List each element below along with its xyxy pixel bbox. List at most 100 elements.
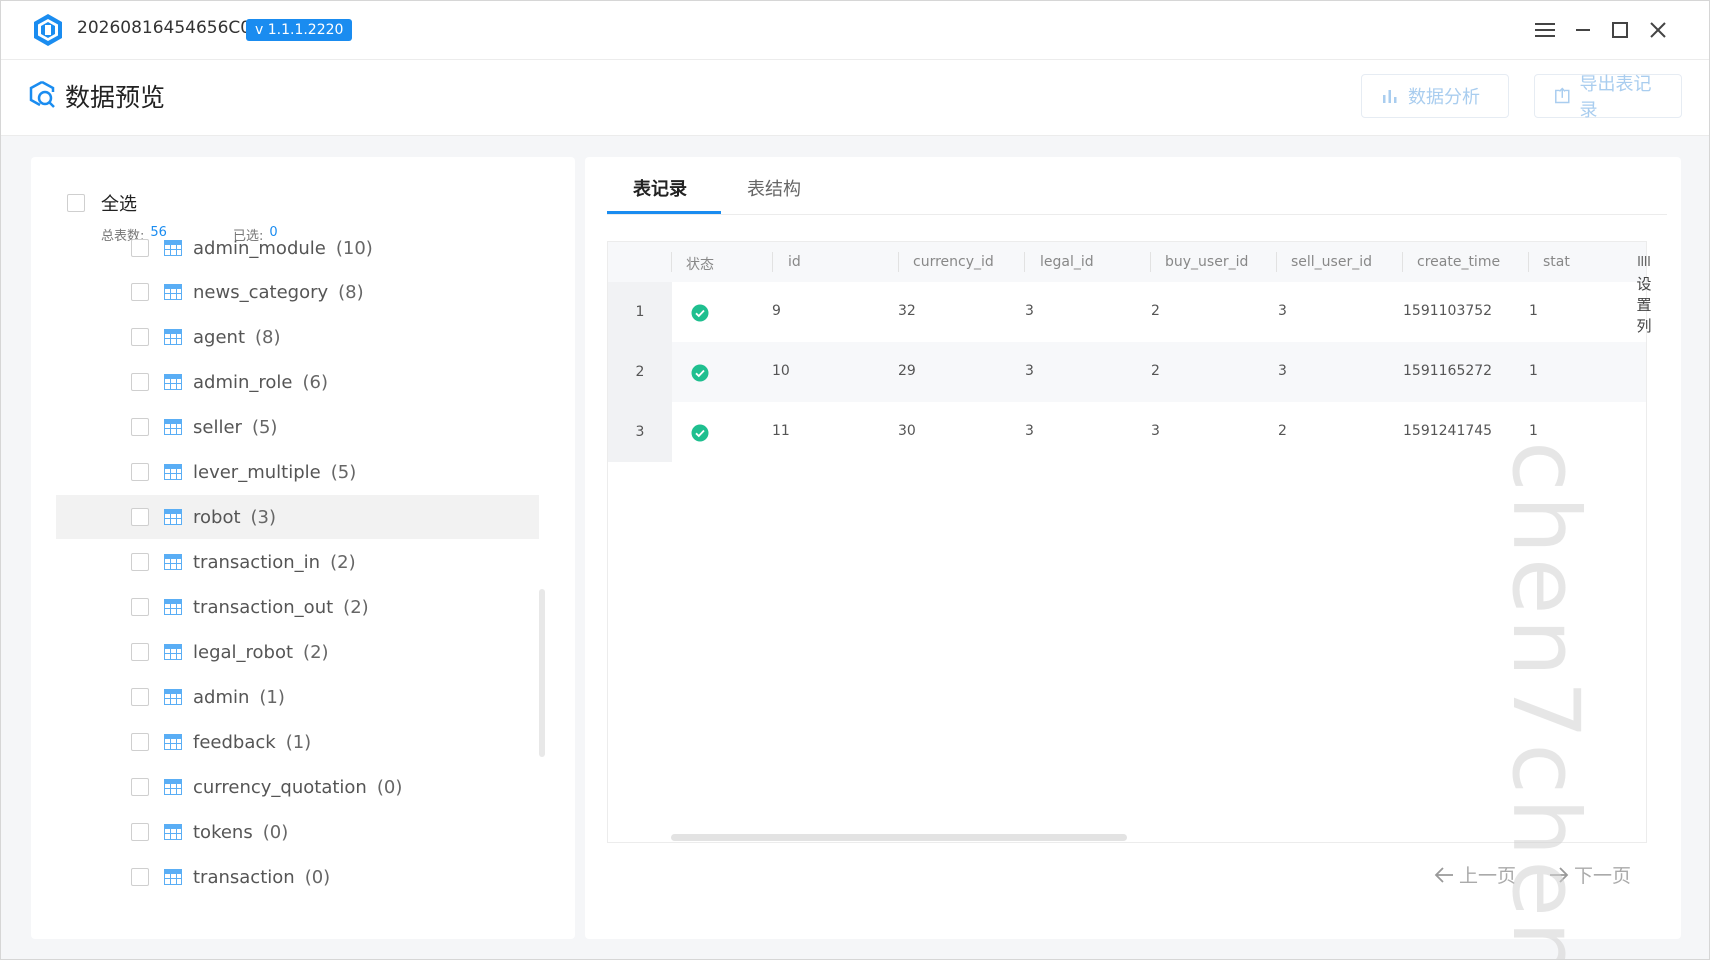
cell-sell-user-id: 2 <box>1278 423 1287 439</box>
tree-scrollbar[interactable] <box>539 589 545 757</box>
tree-item-checkbox[interactable] <box>131 553 149 571</box>
data-analysis-button[interactable]: 数据分析 <box>1361 74 1509 118</box>
table-row[interactable]: 2 10 29 3 2 3 1591165272 1 <box>608 342 1646 402</box>
cell-stat: 1 <box>1529 423 1538 439</box>
tree-item[interactable]: admin_role (6) <box>56 360 539 404</box>
maximize-icon <box>1612 22 1628 38</box>
tree-item[interactable]: legal_robot (2) <box>56 630 539 674</box>
tree-item[interactable]: news_category (8) <box>56 270 539 314</box>
page-header: 数据预览 数据分析 导出表记录 <box>1 60 1709 136</box>
tree-item[interactable]: tokens (0) <box>56 810 539 854</box>
tree-item-checkbox[interactable] <box>131 778 149 796</box>
row-index: 2 <box>608 342 672 402</box>
tree-item-checkbox[interactable] <box>131 688 149 706</box>
tree-item-checkbox[interactable] <box>131 463 149 481</box>
tree-item[interactable]: agent (8) <box>56 315 539 359</box>
tree-item-checkbox[interactable] <box>131 598 149 616</box>
tree-item[interactable]: currency_quotation (0) <box>56 765 539 809</box>
column-header-buy-user-id[interactable]: buy_user_id <box>1165 254 1248 270</box>
tree-item-name: admin_module <box>193 239 326 259</box>
tree-item-count: (6) <box>302 371 329 393</box>
bar-chart-icon <box>1383 90 1397 103</box>
cell-buy-user-id: 3 <box>1151 423 1160 439</box>
data-preview-icon <box>28 80 56 110</box>
tree-item[interactable]: transaction_in (2) <box>56 540 539 584</box>
check-circle-icon <box>691 304 709 322</box>
cell-id: 10 <box>772 363 790 379</box>
select-all[interactable]: 全选 <box>67 190 137 216</box>
tree-item-checkbox[interactable] <box>131 373 149 391</box>
tree-item[interactable]: lever_multiple (5) <box>56 450 539 494</box>
tree-item-name: agent <box>193 326 245 348</box>
column-settings-char: 设 <box>1636 275 1652 293</box>
cell-create-time: 1591103752 <box>1403 303 1493 319</box>
select-all-checkbox[interactable] <box>67 194 85 212</box>
tree-item-count: (3) <box>250 506 277 528</box>
column-settings-char: 置 <box>1636 296 1652 314</box>
tree-item[interactable]: admin (1) <box>56 675 539 719</box>
tree-item-name: legal_robot <box>193 641 294 663</box>
cell-legal-id: 3 <box>1025 363 1034 379</box>
maximize-button[interactable] <box>1607 17 1633 43</box>
cell-create-time: 1591165272 <box>1403 363 1493 379</box>
table-row[interactable]: 1 9 32 3 2 3 1591103752 1 <box>608 282 1646 342</box>
cell-currency-id: 29 <box>898 363 916 379</box>
tree-item-checkbox[interactable] <box>131 328 149 346</box>
cell-sell-user-id: 3 <box>1278 363 1287 379</box>
table-icon <box>164 689 182 705</box>
tree-item[interactable]: admin_module (10) <box>56 239 539 270</box>
check-circle-icon <box>691 364 709 382</box>
minimize-button[interactable] <box>1570 17 1596 43</box>
app-logo-icon <box>31 13 65 47</box>
tree-item-checkbox[interactable] <box>131 823 149 841</box>
column-settings-button[interactable]: 设 置 列 <box>1633 253 1655 337</box>
column-header-create-time[interactable]: create_time <box>1417 254 1500 270</box>
tree-item[interactable]: transaction (0) <box>56 855 539 899</box>
window-title: 20260816454656C0 <box>77 18 252 38</box>
tree-item-name: transaction_out <box>193 596 334 618</box>
tree-item-selected[interactable]: robot (3) <box>56 495 539 539</box>
cell-stat: 1 <box>1529 303 1538 319</box>
horizontal-scrollbar[interactable] <box>671 834 1127 841</box>
column-header-sell-user-id[interactable]: sell_user_id <box>1291 254 1372 270</box>
close-button[interactable] <box>1645 17 1671 43</box>
column-header-stat[interactable]: stat <box>1543 254 1570 270</box>
tree-item-checkbox[interactable] <box>131 868 149 886</box>
tree-item-checkbox[interactable] <box>131 283 149 301</box>
tree-item-checkbox[interactable] <box>131 418 149 436</box>
table-list-panel: 全选 总表数: 56 已选: 0 admin_module (10) news_… <box>31 157 575 939</box>
table-icon <box>164 329 182 345</box>
table-icon <box>164 464 182 480</box>
tab-records[interactable]: 表记录 <box>633 175 687 201</box>
version-badge: v 1.1.1.2220 <box>246 19 353 41</box>
cell-legal-id: 3 <box>1025 303 1034 319</box>
menu-button[interactable] <box>1532 17 1558 43</box>
tree-item[interactable]: feedback (1) <box>56 720 539 764</box>
column-header-id[interactable]: id <box>788 254 801 270</box>
tree-item-count: (8) <box>255 326 281 348</box>
cell-legal-id: 3 <box>1025 423 1034 439</box>
column-header-status[interactable]: 状态 <box>686 254 714 274</box>
hamburger-icon <box>1535 23 1555 37</box>
check-circle-icon <box>691 424 709 442</box>
table-tree: admin_module (10) news_category (8) agen… <box>56 239 541 939</box>
tree-item-checkbox[interactable] <box>131 239 149 257</box>
column-header-currency-id[interactable]: currency_id <box>913 254 994 270</box>
table-icon <box>164 779 182 795</box>
data-analysis-label: 数据分析 <box>1408 87 1480 108</box>
tree-item-checkbox[interactable] <box>131 733 149 751</box>
tab-structure[interactable]: 表结构 <box>747 175 801 201</box>
tree-item[interactable]: transaction_out (2) <box>56 585 539 629</box>
table-icon <box>164 824 182 840</box>
tree-item[interactable]: seller (5) <box>56 405 539 449</box>
export-records-button[interactable]: 导出表记录 <box>1534 74 1682 121</box>
column-header-legal-id[interactable]: legal_id <box>1040 254 1094 270</box>
table-icon <box>164 374 182 390</box>
cell-create-time: 1591241745 <box>1403 423 1493 439</box>
table-icon <box>164 599 182 615</box>
tree-item-count: (0) <box>376 776 403 798</box>
tree-item-checkbox[interactable] <box>131 643 149 661</box>
tree-item-checkbox[interactable] <box>131 508 149 526</box>
cell-buy-user-id: 2 <box>1151 303 1160 319</box>
cell-sell-user-id: 3 <box>1278 303 1287 319</box>
